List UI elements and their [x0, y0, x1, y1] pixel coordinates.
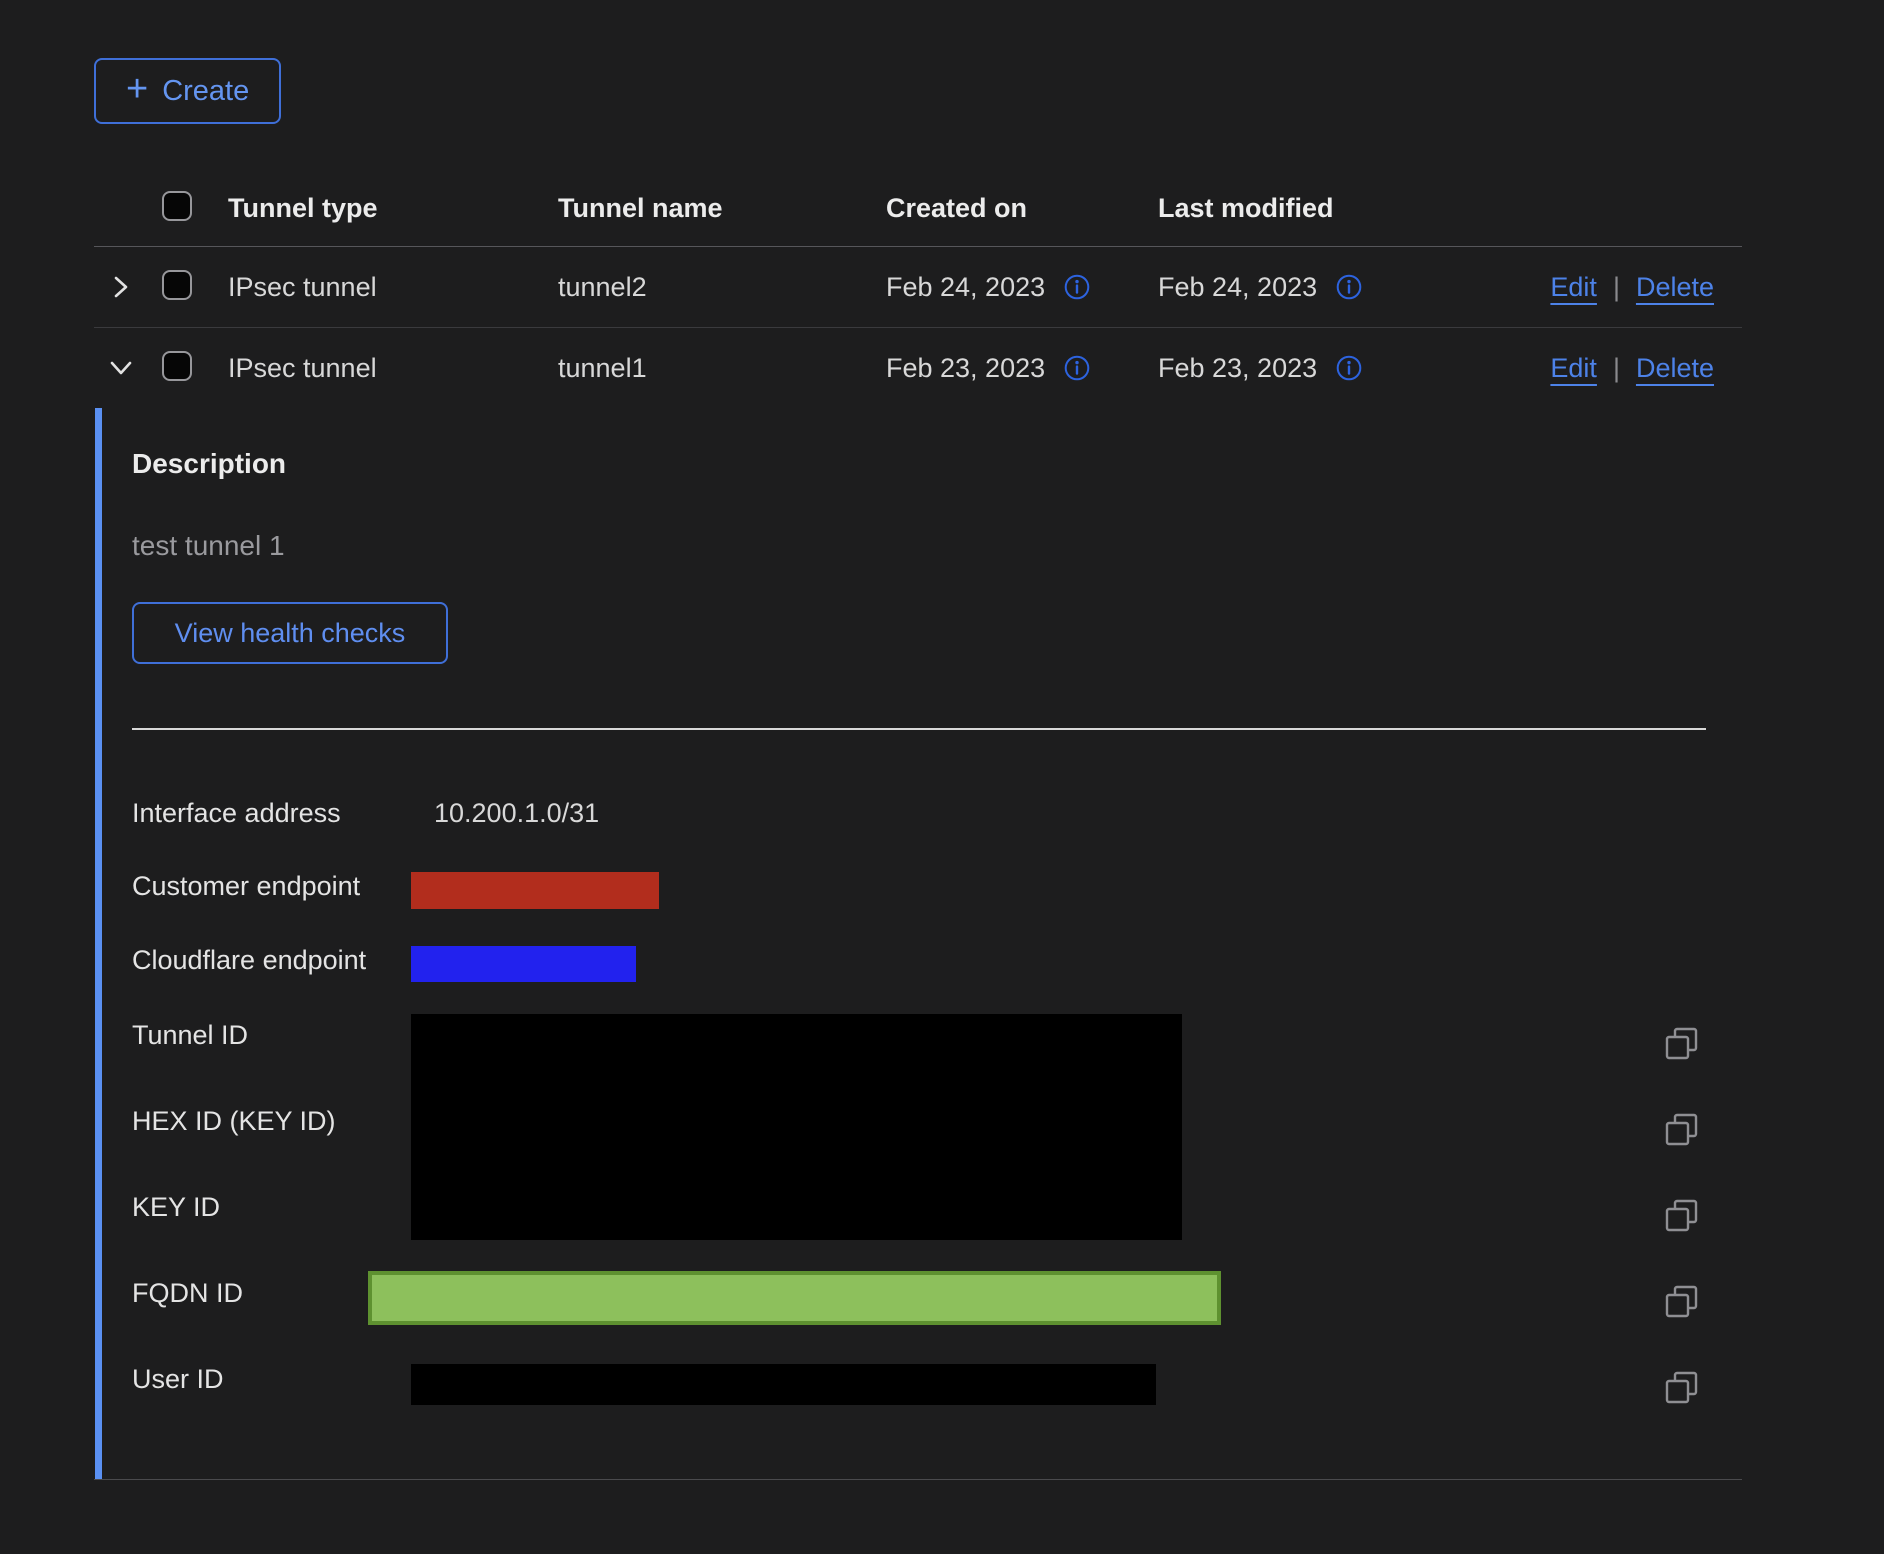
- cloudflare-endpoint-label: Cloudflare endpoint: [132, 944, 366, 977]
- create-button-label: Create: [162, 75, 249, 108]
- cell-last-modified: Feb 23, 2023: [1158, 353, 1317, 384]
- cloudflare-endpoint-redacted-value: [411, 946, 636, 982]
- interface-address-label: Interface address: [132, 797, 341, 830]
- chevron-down-icon: [107, 354, 135, 382]
- tunnels-table: Tunnel type Tunnel name Created on Last …: [94, 170, 1742, 1480]
- cell-created-on: Feb 24, 2023: [886, 272, 1045, 303]
- copy-icon: [1664, 1198, 1700, 1234]
- view-health-checks-button[interactable]: View health checks: [132, 602, 448, 664]
- row-checkbox[interactable]: [162, 351, 192, 381]
- delete-link[interactable]: Delete: [1636, 272, 1714, 303]
- customer-endpoint-redacted-value: [411, 872, 659, 909]
- header-last-modified: Last modified: [1158, 193, 1513, 224]
- table-row: IPsec tunnel tunnel1 Feb 23, 2023 Feb 23…: [94, 328, 1742, 408]
- table-header-row: Tunnel type Tunnel name Created on Last …: [94, 170, 1742, 247]
- create-button[interactable]: + Create: [94, 58, 281, 124]
- user-id-label: User ID: [132, 1363, 224, 1396]
- info-icon-glyph: [1063, 354, 1091, 382]
- copy-icon: [1664, 1370, 1700, 1406]
- copy-tunnel-id-button[interactable]: [1664, 1026, 1700, 1062]
- copy-key-id-button[interactable]: [1664, 1198, 1700, 1234]
- description-label: Description: [132, 448, 286, 480]
- expanded-tunnel-panel: Description test tunnel 1 View health ch…: [94, 408, 1742, 1480]
- header-tunnel-type: Tunnel type: [228, 193, 558, 224]
- copy-user-id-button[interactable]: [1664, 1370, 1700, 1406]
- copy-icon: [1664, 1112, 1700, 1148]
- chevron-right-icon: [107, 273, 135, 301]
- hex-id-label: HEX ID (KEY ID): [132, 1105, 336, 1138]
- collapse-row-button[interactable]: [96, 343, 146, 393]
- cell-tunnel-type: IPsec tunnel: [228, 353, 558, 384]
- tunnel-id-label: Tunnel ID: [132, 1019, 248, 1052]
- header-tunnel-name: Tunnel name: [558, 193, 886, 224]
- info-icon-glyph: [1335, 354, 1363, 382]
- actions-separator: |: [1613, 272, 1620, 303]
- ids-redacted-value: [411, 1014, 1182, 1240]
- user-id-redacted-value: [411, 1364, 1156, 1405]
- expanded-accent-bar: [95, 408, 102, 1479]
- info-icon[interactable]: [1063, 353, 1093, 383]
- info-icon-glyph: [1063, 273, 1091, 301]
- cell-tunnel-name: tunnel2: [558, 272, 886, 303]
- table-row: IPsec tunnel tunnel2 Feb 24, 2023 Feb 24…: [94, 247, 1742, 328]
- cell-last-modified: Feb 24, 2023: [1158, 272, 1317, 303]
- edit-link[interactable]: Edit: [1550, 272, 1597, 303]
- select-all-checkbox[interactable]: [162, 191, 192, 221]
- info-icon[interactable]: [1335, 353, 1365, 383]
- tunnels-page: + Create Tunnel type Tunnel name Created…: [0, 0, 1884, 1554]
- plus-icon: +: [126, 70, 148, 108]
- fqdn-id-label: FQDN ID: [132, 1277, 243, 1310]
- cell-tunnel-name: tunnel1: [558, 353, 886, 384]
- actions-separator: |: [1613, 353, 1620, 384]
- info-icon[interactable]: [1335, 272, 1365, 302]
- info-icon[interactable]: [1063, 272, 1093, 302]
- description-value: test tunnel 1: [132, 530, 285, 562]
- edit-link[interactable]: Edit: [1550, 353, 1597, 384]
- info-icon-glyph: [1335, 273, 1363, 301]
- delete-link[interactable]: Delete: [1636, 353, 1714, 384]
- expand-row-button[interactable]: [96, 262, 146, 312]
- copy-fqdn-id-button[interactable]: [1664, 1284, 1700, 1320]
- fqdn-id-redacted-value: [368, 1271, 1221, 1325]
- copy-icon: [1664, 1284, 1700, 1320]
- key-id-label: KEY ID: [132, 1191, 220, 1224]
- customer-endpoint-label: Customer endpoint: [132, 870, 360, 903]
- copy-hex-id-button[interactable]: [1664, 1112, 1700, 1148]
- interface-address-value: 10.200.1.0/31: [434, 797, 599, 830]
- panel-divider: [132, 728, 1706, 730]
- copy-icon: [1664, 1026, 1700, 1062]
- header-created-on: Created on: [886, 193, 1158, 224]
- cell-created-on: Feb 23, 2023: [886, 353, 1045, 384]
- row-checkbox[interactable]: [162, 270, 192, 300]
- cell-tunnel-type: IPsec tunnel: [228, 272, 558, 303]
